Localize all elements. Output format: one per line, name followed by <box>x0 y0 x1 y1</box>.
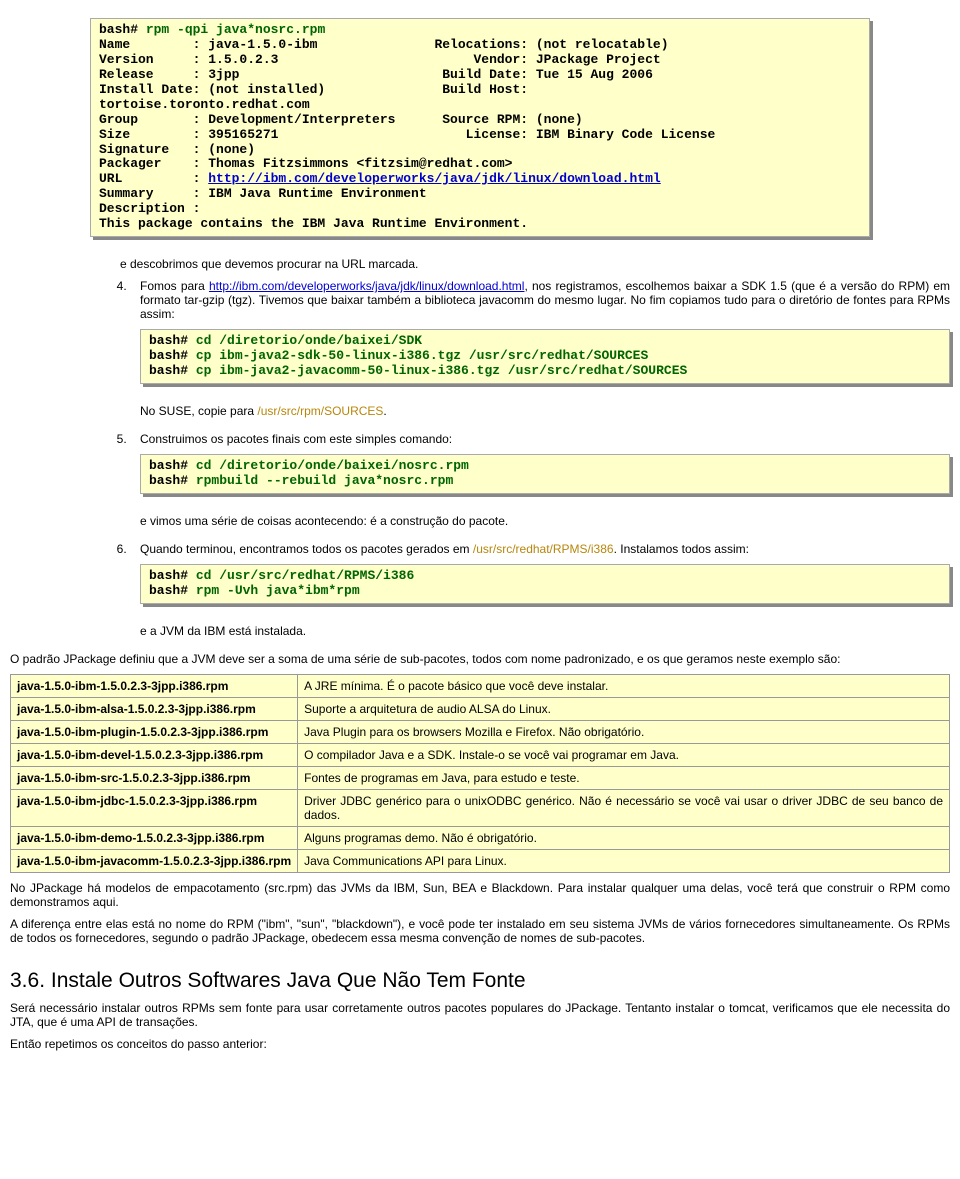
step4-tail-post: . <box>383 404 386 418</box>
step-4: Fomos para http://ibm.com/developerworks… <box>130 279 950 418</box>
package-desc: Java Plugin para os browsers Mozilla e F… <box>298 720 950 743</box>
code-block-rpm-qpi: bash# rpm -qpi java*nosrc.rpm Name : jav… <box>90 18 870 237</box>
ibm-download-link[interactable]: http://ibm.com/developerworks/java/jdk/l… <box>209 279 524 293</box>
code-block-rpm-install: bash# cd /usr/src/redhat/RPMS/i386 bash#… <box>140 564 950 604</box>
package-name: java-1.5.0-ibm-src-1.5.0.2.3-3jpp.i386.r… <box>11 766 298 789</box>
package-desc: A JRE mínima. É o pacote básico que você… <box>298 674 950 697</box>
package-name: java-1.5.0-ibm-1.5.0.2.3-3jpp.i386.rpm <box>11 674 298 697</box>
footer-p2: A diferença entre elas está no nome do R… <box>10 917 950 945</box>
package-desc: Driver JDBC genérico para o unixODBC gen… <box>298 789 950 826</box>
package-desc: Fontes de programas em Java, para estudo… <box>298 766 950 789</box>
package-desc: Suporte a arquitetura de audio ALSA do L… <box>298 697 950 720</box>
package-name: java-1.5.0-ibm-devel-1.5.0.2.3-3jpp.i386… <box>11 743 298 766</box>
step4-tail-path: /usr/src/rpm/SOURCES <box>257 404 383 418</box>
step5-intro: Construimos os pacotes finais com este s… <box>140 432 950 446</box>
step4-tail-pre: No SUSE, copie para <box>140 404 257 418</box>
step6-tail: e a JVM da IBM está instalada. <box>140 624 950 638</box>
step6-intro-path: /usr/src/redhat/RPMS/i386 <box>473 542 614 556</box>
table-row: java-1.5.0-ibm-alsa-1.5.0.2.3-3jpp.i386.… <box>11 697 950 720</box>
section-3-6-p1: Será necessário instalar outros RPMs sem… <box>10 1001 950 1029</box>
packages-table: java-1.5.0-ibm-1.5.0.2.3-3jpp.i386.rpmA … <box>10 674 950 873</box>
code-block-cp-sdk: bash# cd /diretorio/onde/baixei/SDK bash… <box>140 329 950 384</box>
step6-intro-post: . Instalamos todos assim: <box>614 542 749 556</box>
package-name: java-1.5.0-ibm-alsa-1.5.0.2.3-3jpp.i386.… <box>11 697 298 720</box>
step6-intro-pre: Quando terminou, encontramos todos os pa… <box>140 542 473 556</box>
footer-p1: No JPackage há modelos de empacotamento … <box>10 881 950 909</box>
step5-tail: e vimos uma série de coisas acontecendo:… <box>140 514 950 528</box>
table-row: java-1.5.0-ibm-devel-1.5.0.2.3-3jpp.i386… <box>11 743 950 766</box>
package-name: java-1.5.0-ibm-javacomm-1.5.0.2.3-3jpp.i… <box>11 849 298 872</box>
section-3-6-p2: Então repetimos os conceitos do passo an… <box>10 1037 950 1051</box>
package-desc: Java Communications API para Linux. <box>298 849 950 872</box>
table-row: java-1.5.0-ibm-plugin-1.5.0.2.3-3jpp.i38… <box>11 720 950 743</box>
code-block-rpmbuild: bash# cd /diretorio/onde/baixei/nosrc.rp… <box>140 454 950 494</box>
table-row: java-1.5.0-ibm-jdbc-1.5.0.2.3-3jpp.i386.… <box>11 789 950 826</box>
table-row: java-1.5.0-ibm-src-1.5.0.2.3-3jpp.i386.r… <box>11 766 950 789</box>
step-6: Quando terminou, encontramos todos os pa… <box>130 542 950 638</box>
package-name: java-1.5.0-ibm-demo-1.5.0.2.3-3jpp.i386.… <box>11 826 298 849</box>
package-name: java-1.5.0-ibm-jdbc-1.5.0.2.3-3jpp.i386.… <box>11 789 298 826</box>
package-desc: O compilador Java e a SDK. Instale-o se … <box>298 743 950 766</box>
table-row: java-1.5.0-ibm-demo-1.5.0.2.3-3jpp.i386.… <box>11 826 950 849</box>
packages-intro: O padrão JPackage definiu que a JVM deve… <box>10 652 950 666</box>
table-row: java-1.5.0-ibm-1.5.0.2.3-3jpp.i386.rpmA … <box>11 674 950 697</box>
section-3-6-title: 3.6. Instale Outros Softwares Java Que N… <box>10 969 950 993</box>
step3-tail: e descobrimos que devemos procurar na UR… <box>120 257 950 271</box>
step4-intro-pre: Fomos para <box>140 279 209 293</box>
table-row: java-1.5.0-ibm-javacomm-1.5.0.2.3-3jpp.i… <box>11 849 950 872</box>
package-name: java-1.5.0-ibm-plugin-1.5.0.2.3-3jpp.i38… <box>11 720 298 743</box>
step-5: Construimos os pacotes finais com este s… <box>130 432 950 528</box>
package-desc: Alguns programas demo. Não é obrigatório… <box>298 826 950 849</box>
